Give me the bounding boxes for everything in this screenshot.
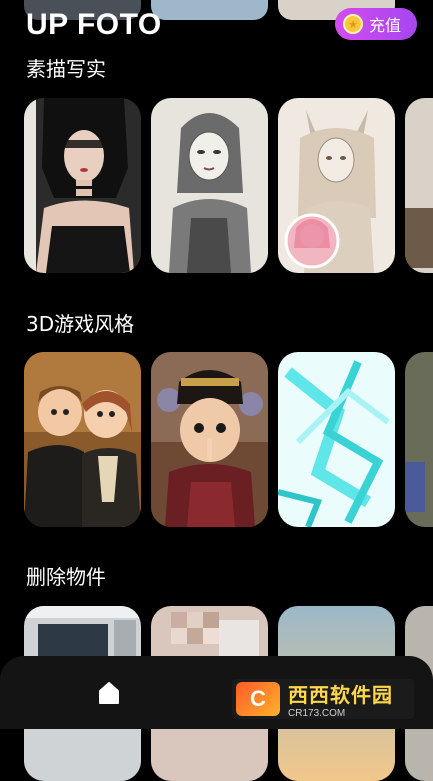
3d-card-row[interactable] (24, 352, 433, 527)
section-title-sketch: 素描写实 (26, 57, 106, 81)
style-card-sketch-portrait[interactable] (24, 98, 141, 273)
style-card-pencil-girl[interactable] (151, 98, 268, 273)
section-title-3d-game: 3D游戏风格 (26, 312, 135, 336)
recharge-label: 充值 (369, 16, 402, 35)
app-title: UP FOTO (26, 8, 162, 41)
recharge-button[interactable]: ★ 充值 (335, 8, 417, 40)
watermark-title: 西西软件园 (288, 683, 393, 707)
style-card-3d-couple[interactable] (24, 352, 141, 527)
coin-icon: ★ (343, 14, 363, 34)
thumbnail-partial[interactable] (151, 0, 268, 20)
style-card-sketch-partial[interactable] (405, 98, 433, 273)
home-icon[interactable] (97, 681, 121, 705)
style-card-3d-cyan-abstract[interactable] (278, 352, 395, 527)
site-watermark: C 西西软件园 CR173.COM (232, 679, 414, 719)
style-card-3d-qing-girl[interactable] (151, 352, 268, 527)
watermark-logo: C (236, 682, 280, 716)
sketch-card-row[interactable] (24, 98, 433, 273)
style-card-3d-partial[interactable] (405, 352, 433, 527)
style-card-fox-girl[interactable] (278, 98, 395, 273)
section-title-remove-objects: 删除物件 (26, 565, 106, 589)
watermark-subtitle: CR173.COM (288, 708, 346, 719)
